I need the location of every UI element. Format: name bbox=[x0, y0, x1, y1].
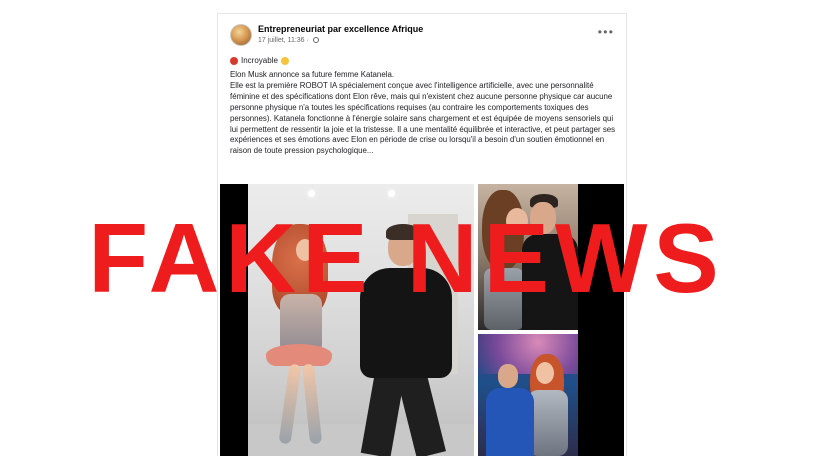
photo-embrace[interactable] bbox=[478, 334, 578, 456]
post-meta: 17 juillet, 11:36 · bbox=[258, 37, 319, 44]
post-text-paragraph: Elle est la première ROBOT IA spécialeme… bbox=[230, 80, 616, 156]
page-avatar[interactable] bbox=[230, 24, 252, 46]
fake-news-stamp: FAKE NEWS bbox=[88, 203, 725, 313]
more-options-icon[interactable]: • • • bbox=[598, 26, 613, 38]
red-heart-emoji bbox=[230, 56, 238, 65]
intro-text: Incroyable bbox=[241, 56, 278, 65]
post-body-text: Elon Musk annonce sa future femme Katane… bbox=[230, 70, 622, 157]
post-intro-line: Incroyable bbox=[230, 56, 289, 65]
page-name-link[interactable]: Entrepreneuriat par excellence Afrique bbox=[258, 24, 423, 34]
globe-icon bbox=[312, 37, 319, 44]
post-timestamp[interactable]: 17 juillet, 11:36 · bbox=[258, 37, 309, 44]
shocked-face-emoji bbox=[280, 56, 289, 65]
post-text-headline: Elon Musk annonce sa future femme Katane… bbox=[230, 70, 395, 79]
